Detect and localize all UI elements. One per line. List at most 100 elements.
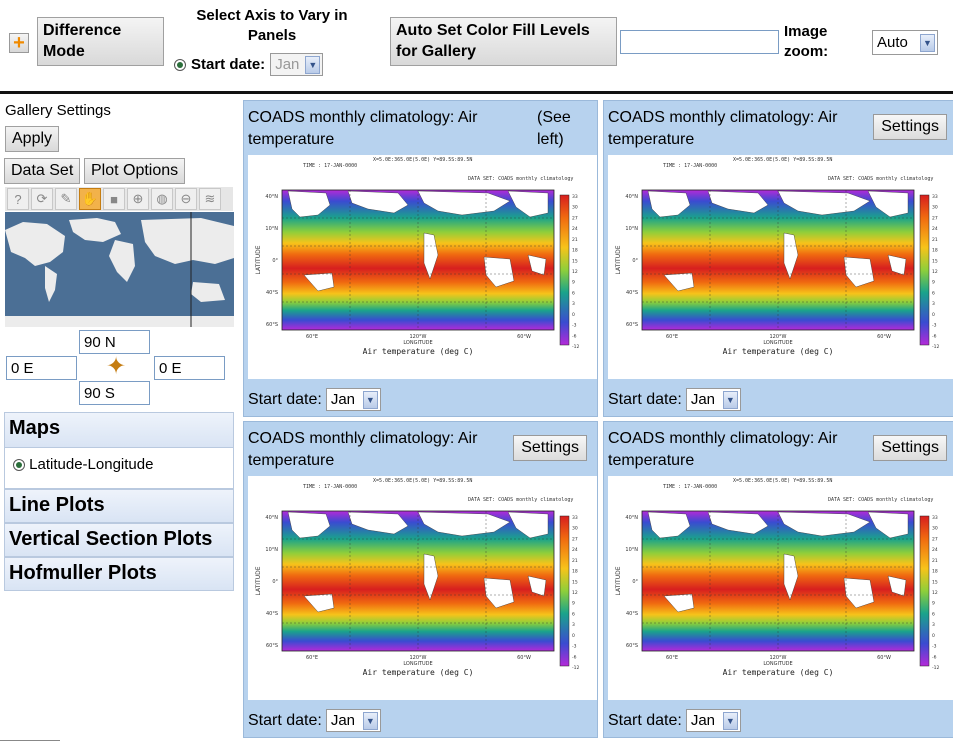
chevron-down-icon: ▼ [920,33,935,52]
colorbar-tick: -6 [572,333,577,339]
lat-tick: 0° [272,258,278,264]
colorbar-tick: -12 [572,344,579,350]
lat-tick: 40°N [625,194,638,200]
section-line-plots[interactable]: Line Plots [4,489,234,523]
lat-tick: 0° [272,579,278,585]
image-zoom-select[interactable]: Auto ▼ [872,30,938,55]
lat-tick: 40°S [266,290,278,296]
layers-icon[interactable]: ≋ [199,188,221,210]
panel-start-date-select[interactable]: Jan ▼ [325,388,381,411]
colorbar [919,515,930,667]
colorbar-tick: 3 [932,301,935,307]
pencil-icon[interactable]: ✎ [55,188,77,210]
lat-tick: 0° [632,579,638,585]
colorbar-tick: 6 [572,611,575,617]
gallery-panel-4: COADS monthly climatology: Air temperatu… [603,421,953,738]
colorbar-tick: 21 [932,558,938,564]
help-icon[interactable]: ? [7,188,29,210]
gallery-panel-3: COADS monthly climatology: Air temperatu… [243,421,598,738]
panel-title: COADS monthly climatology: Air temperatu… [608,430,838,469]
colorbar-tick: 15 [572,579,578,585]
colorbar-tick: 15 [932,258,938,264]
panel-start-date-label: Start date: [248,390,322,408]
colorbar-tick: -12 [932,665,939,671]
panel-start-date-select[interactable]: Jan ▼ [685,388,741,411]
lat-tick: 0° [632,258,638,264]
zoom-out-icon[interactable]: ⊖ [175,188,197,210]
region-minimap[interactable] [5,212,234,327]
colorbar-tick: -3 [572,644,577,650]
panel-start-date: Start date: Jan ▼ [608,709,741,732]
reset-icon[interactable]: ⟳ [31,188,53,210]
panel-start-date-select[interactable]: Jan ▼ [685,709,741,732]
tab-data-set[interactable]: Data Set [4,158,81,184]
lon-tick: 60°E [666,334,678,340]
plot-header-range: X=5.0E:365.0E(5.0E) Y=89.5S:89.5N [733,478,832,484]
colorbar-tick: -6 [932,654,937,660]
compass-icon: ✦ [105,353,127,380]
panel-start-date-label: Start date: [608,711,682,729]
section-hofmuller-plots[interactable]: Hofmuller Plots [4,557,234,591]
panel-title: COADS monthly climatology: Air temperatu… [248,109,478,148]
south-bound-input[interactable] [79,381,150,405]
zoom-in-icon[interactable]: ⊕ [127,188,149,210]
hand-icon[interactable]: ✋ [79,188,101,210]
panel-start-date-value: Jan [690,391,716,408]
colorbar [559,515,570,667]
plot-ylabel: LATITUDE [615,566,622,595]
section-maps[interactable]: Maps [4,412,234,448]
panel-settings-button[interactable]: Settings [873,114,947,140]
add-panel-button[interactable]: + [9,33,29,53]
plot-xlabel: Air temperature (deg C) [363,347,474,356]
panel-settings-button[interactable]: Settings [513,435,587,461]
colorbar [559,194,570,346]
lat-tick: 10°N [625,226,638,232]
section-vertical-section-plots[interactable]: Vertical Section Plots [4,523,234,557]
difference-mode-button[interactable]: Difference Mode [37,17,164,66]
square-icon[interactable]: ■ [103,188,125,210]
latitude-longitude-radio[interactable] [13,459,25,472]
colorbar-tick: 0 [572,312,575,318]
chevron-down-icon: ▼ [305,55,321,74]
chevron-down-icon: ▼ [362,390,378,409]
colorbar-tick: 30 [572,526,578,532]
lon-tick: 60°W [517,655,531,661]
apply-button[interactable]: Apply [5,126,60,152]
colorbar-tick: 12 [932,269,938,275]
top-toolbar: + Difference Mode Select Axis to Vary in… [0,0,953,94]
chevron-down-icon: ▼ [722,390,738,409]
colorbar-tick: 12 [572,269,578,275]
panel-start-date: Start date: Jan ▼ [248,709,381,732]
plot-header-dataset: DATA SET: COADS monthly climatology [468,176,573,182]
auto-set-color-fill-button[interactable]: Auto Set Color Fill Levels for Gallery [390,17,617,66]
lon-tick: 60°E [666,655,678,661]
chevron-down-icon: ▼ [362,711,378,730]
tab-plot-options[interactable]: Plot Options [84,158,186,184]
panel-start-date-label: Start date: [248,711,322,729]
axis-start-date-radio[interactable] [174,58,186,71]
colorbar-tick: 15 [932,579,938,585]
maps-options: Latitude-Longitude [4,447,234,489]
colorbar-tick: 24 [932,226,938,232]
colorbar-tick: 6 [932,290,935,296]
colorbar-tick: -6 [932,333,937,339]
plot-header-time: TIME : 17-JAN-0000 [663,163,717,169]
panel-settings-button[interactable]: Settings [873,435,947,461]
colorbar-tick: 0 [932,312,935,318]
gallery-panel-2: COADS monthly climatology: Air temperatu… [603,100,953,417]
colorbar-tick: 24 [572,547,578,553]
panel-start-date-select[interactable]: Jan ▼ [325,709,381,732]
north-bound-input[interactable] [79,330,150,354]
colorbar-tick: 12 [572,590,578,596]
globe-icon[interactable]: ◍ [151,188,173,210]
colorbar-tick: 18 [932,248,938,254]
colorbar-tick: 18 [572,569,578,575]
panel-start-date-value: Jan [690,712,716,729]
plot-xlabel: Air temperature (deg C) [723,347,834,356]
lon-tick: 60°E [306,655,318,661]
west-bound-input[interactable] [6,356,77,380]
colorbar-tick: 18 [572,248,578,254]
east-bound-input[interactable] [154,356,225,380]
color-fill-levels-input[interactable] [620,30,779,54]
plot-x-axis-label: LONGITUDE [403,340,432,346]
